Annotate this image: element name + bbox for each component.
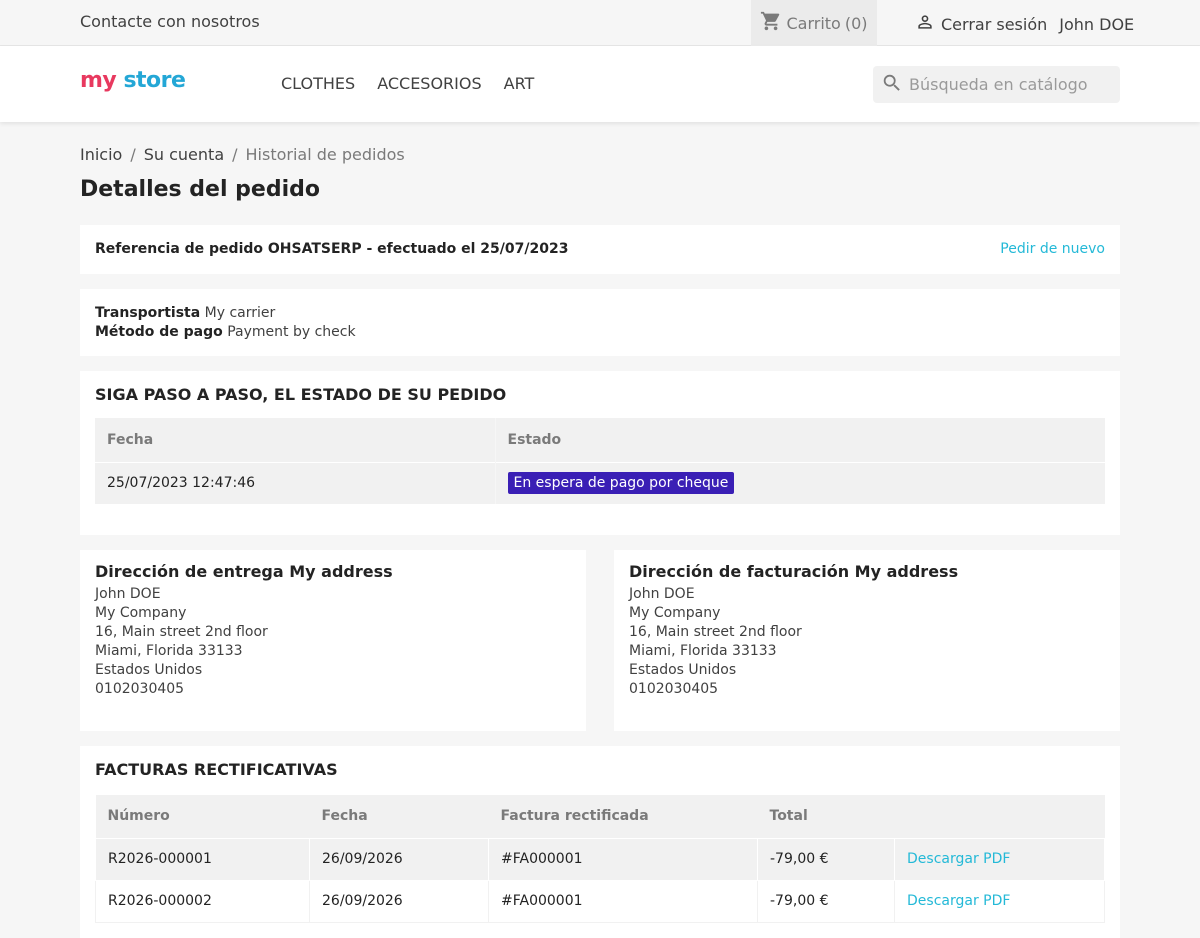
page-title: Detalles del pedido <box>80 177 320 202</box>
slip-total: -79,00 € <box>757 837 895 881</box>
user-area: Cerrar sesión John DOE <box>915 12 1134 36</box>
billing-address-box: Dirección de facturación My address John… <box>614 550 1120 731</box>
address-line: My Company <box>629 605 721 621</box>
status-badge: En espera de pago por cheque <box>507 472 735 495</box>
column-header-total: Total <box>757 795 895 838</box>
slip-number: R2026-000001 <box>95 837 310 881</box>
slip-date: 26/09/2026 <box>309 837 489 881</box>
account-link[interactable]: John DOE <box>1059 15 1134 34</box>
breadcrumb: Inicio / Su cuenta / Historial de pedido… <box>80 145 405 164</box>
top-bar: Contacte con nosotros Carrito (0) Cerrar… <box>0 0 1200 46</box>
payment-row: Método de pago Payment by check <box>95 323 1105 342</box>
address-line: Miami, Florida 33133 <box>629 643 777 659</box>
status-cell: En espera de pago por cheque <box>494 461 1105 504</box>
address-line: John DOE <box>95 586 161 602</box>
carrier-row: Transportista My carrier <box>95 304 1105 323</box>
address-line: 16, Main street 2nd floor <box>629 624 802 640</box>
status-title: SIGA PASO A PASO, EL ESTADO DE SU PEDIDO <box>95 385 507 404</box>
address-line: John DOE <box>629 586 695 602</box>
column-header-actions <box>894 795 1105 838</box>
menu-item-clothes[interactable]: CLOTHES <box>281 74 355 93</box>
search-box <box>873 66 1120 103</box>
address-line: 0102030405 <box>629 681 719 697</box>
reorder-link[interactable]: Pedir de nuevo <box>1000 241 1105 257</box>
slip-download-cell: Descargar PDF <box>894 837 1105 881</box>
user-icon <box>915 12 935 36</box>
address-line: 0102030405 <box>95 681 185 697</box>
slip-download-cell: Descargar PDF <box>894 879 1105 923</box>
credit-slips-box: FACTURAS RECTIFICATIVAS Número Fecha Fac… <box>80 746 1120 938</box>
download-pdf-link[interactable]: Descargar PDF <box>907 851 1010 867</box>
slip-invoice: #FA000001 <box>488 837 758 881</box>
address-line: Estados Unidos <box>95 662 203 678</box>
order-info-box: Transportista My carrier Método de pago … <box>80 289 1120 356</box>
logo-word-store: store <box>123 68 186 93</box>
slip-invoice: #FA000001 <box>488 879 758 923</box>
carrier-label: Transportista <box>95 305 201 321</box>
credit-slips-title: FACTURAS RECTIFICATIVAS <box>95 760 338 779</box>
cart-label: Carrito <box>786 13 841 33</box>
store-logo[interactable]: my store <box>80 68 186 93</box>
slip-total: -79,00 € <box>757 879 895 923</box>
order-reference: Referencia de pedido OHSATSERP - efectua… <box>95 241 569 257</box>
logout-link[interactable]: Cerrar sesión <box>941 15 1047 34</box>
table-row: 25/07/2023 12:47:46 En espera de pago po… <box>95 461 1105 504</box>
billing-address-title: Dirección de facturación My address <box>629 562 959 581</box>
download-pdf-link[interactable]: Descargar PDF <box>907 893 1010 909</box>
credit-slips-table: Número Fecha Factura rectificada Total R… <box>95 795 1105 923</box>
address-line: Estados Unidos <box>629 662 737 678</box>
column-header-state: Estado <box>494 418 1105 462</box>
table-row: R2026-000002 26/09/2026 #FA000001 -79,00… <box>95 879 1105 923</box>
menu-item-accesorios[interactable]: ACCESORIOS <box>377 74 481 93</box>
table-row: R2026-000001 26/09/2026 #FA000001 -79,00… <box>95 837 1105 881</box>
delivery-address-box: Dirección de entrega My address John DOE… <box>80 550 586 731</box>
breadcrumb-separator: / <box>232 145 238 164</box>
cart-count: (0) <box>844 13 868 33</box>
slip-date: 26/09/2026 <box>309 879 489 923</box>
table-header-row: Fecha Estado <box>95 418 1105 462</box>
column-header-invoice: Factura rectificada <box>488 795 758 838</box>
payment-value: Payment by check <box>227 324 356 340</box>
address-line: My Company <box>95 605 187 621</box>
main-menu: CLOTHES ACCESORIOS ART <box>281 74 534 93</box>
breadcrumb-home[interactable]: Inicio <box>80 145 122 164</box>
cart-button[interactable]: Carrito (0) <box>751 0 877 46</box>
breadcrumb-order-history[interactable]: Historial de pedidos <box>246 145 405 164</box>
delivery-address-title: Dirección de entrega My address <box>95 562 393 581</box>
carrier-value: My carrier <box>204 305 276 321</box>
status-table: Fecha Estado 25/07/2023 12:47:46 En espe… <box>95 418 1105 504</box>
logo-word-my: my <box>80 68 117 93</box>
contact-link[interactable]: Contacte con nosotros <box>80 12 260 31</box>
table-header-row: Número Fecha Factura rectificada Total <box>95 795 1105 838</box>
column-header-number: Número <box>95 795 310 838</box>
breadcrumb-account[interactable]: Su cuenta <box>144 145 224 164</box>
cart-icon <box>760 10 782 36</box>
menu-item-art[interactable]: ART <box>504 74 535 93</box>
order-status-box: SIGA PASO A PASO, EL ESTADO DE SU PEDIDO… <box>80 371 1120 535</box>
slip-number: R2026-000002 <box>95 879 310 923</box>
main-header: my store CLOTHES ACCESORIOS ART <box>0 46 1200 122</box>
search-input[interactable] <box>909 75 1109 94</box>
column-header-date: Fecha <box>95 418 495 462</box>
search-icon[interactable] <box>881 72 903 98</box>
breadcrumb-separator: / <box>130 145 136 164</box>
column-header-date: Fecha <box>309 795 489 838</box>
address-line: Miami, Florida 33133 <box>95 643 243 659</box>
status-date: 25/07/2023 12:47:46 <box>95 461 495 504</box>
order-reference-box: Referencia de pedido OHSATSERP - efectua… <box>80 225 1120 274</box>
address-line: 16, Main street 2nd floor <box>95 624 268 640</box>
payment-label: Método de pago <box>95 324 223 340</box>
